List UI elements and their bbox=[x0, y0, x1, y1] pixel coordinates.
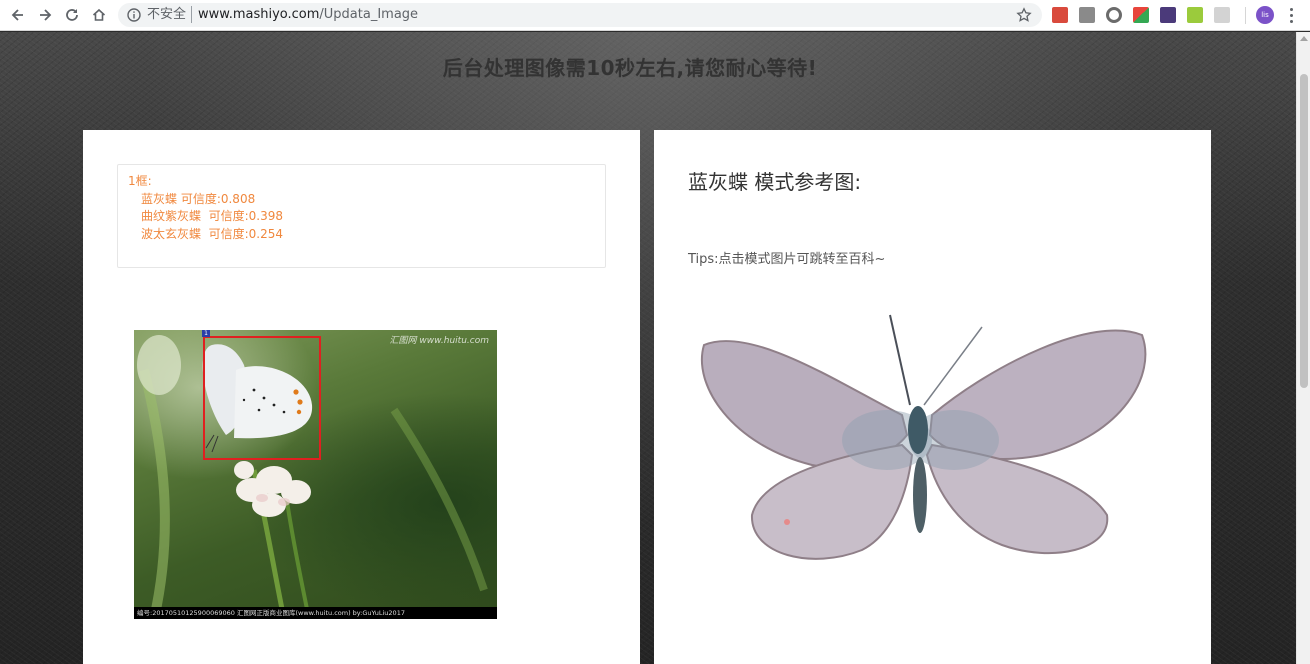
address-separator bbox=[191, 6, 192, 23]
security-label: 不安全 bbox=[147, 7, 187, 22]
url-text[interactable]: www.mashiyo.com/Updata_Image bbox=[198, 7, 418, 23]
list-extension-icon[interactable] bbox=[1214, 7, 1230, 23]
reader-extension-icon[interactable] bbox=[1079, 7, 1095, 23]
recognition-result-box: 1框: 蓝灰蝶 可信度:0.808 曲纹紫灰蝶 可信度:0.398 波太玄灰蝶 … bbox=[117, 164, 606, 268]
page-title: 后台处理图像需10秒左右,请您耐心等待! bbox=[442, 56, 818, 80]
photo-watermark: 汇图网 www.huitu.com bbox=[389, 336, 489, 346]
home-button[interactable] bbox=[87, 4, 111, 26]
result-panel: 1框: 蓝灰蝶 可信度:0.808 曲纹紫灰蝶 可信度:0.398 波太玄灰蝶 … bbox=[83, 130, 640, 664]
photo-caption: 编号:20170510125900069060 汇图网正版商业图库(www.hu… bbox=[134, 607, 497, 619]
extension-divider bbox=[1245, 7, 1246, 24]
uploaded-photo: 汇图网 www.huitu.com 编号:2017051012590006906… bbox=[134, 330, 497, 619]
result-item: 蓝灰蝶 可信度:0.808 bbox=[141, 191, 256, 206]
home-icon bbox=[92, 8, 106, 21]
reference-title: 蓝灰蝶 模式参考图: bbox=[688, 170, 862, 194]
circle-extension-icon[interactable] bbox=[1106, 7, 1122, 23]
scrollbar-thumb[interactable] bbox=[1300, 74, 1308, 388]
browser-menu-button[interactable] bbox=[1284, 6, 1298, 24]
pdf-extension-icon[interactable] bbox=[1052, 7, 1068, 23]
url-path: /Updata_Image bbox=[319, 7, 419, 22]
forward-button[interactable] bbox=[33, 4, 57, 26]
result-item: 波太玄灰蝶 可信度:0.254 bbox=[141, 226, 284, 241]
bookmark-star-icon[interactable] bbox=[1016, 7, 1032, 23]
detection-bounding-box bbox=[203, 336, 321, 460]
m-extension-icon[interactable] bbox=[1187, 7, 1203, 23]
page-background: 后台处理图像需10秒左右,请您耐心等待! 1框: 蓝灰蝶 可信度:0.808 曲… bbox=[0, 32, 1296, 664]
bounding-box-tag: 1 bbox=[202, 330, 210, 337]
box-label: 1框: bbox=[128, 174, 152, 188]
profile-avatar[interactable]: lis bbox=[1256, 6, 1274, 24]
info-icon[interactable] bbox=[126, 7, 142, 23]
reload-button[interactable] bbox=[60, 4, 84, 26]
browser-toolbar: 不安全 www.mashiyo.com/Updata_Image lis bbox=[0, 0, 1310, 31]
result-item: 曲纹紫灰蝶 可信度:0.398 bbox=[141, 209, 284, 223]
reference-panel: 蓝灰蝶 模式参考图: Tips:点击模式图片可跳转至百科~ bbox=[654, 130, 1211, 664]
scroll-up-arrow-icon[interactable] bbox=[1300, 36, 1308, 41]
reload-icon bbox=[66, 9, 78, 21]
puzzle-extension-icon[interactable] bbox=[1160, 7, 1176, 23]
page-scrollbar[interactable] bbox=[1296, 32, 1310, 664]
arrow-right-icon bbox=[40, 9, 52, 21]
reference-tips: Tips:点击模式图片可跳转至百科~ bbox=[688, 252, 886, 267]
arrow-left-icon bbox=[11, 9, 23, 21]
address-bar[interactable]: 不安全 www.mashiyo.com/Updata_Image bbox=[118, 3, 1042, 27]
back-button[interactable] bbox=[6, 4, 30, 26]
url-host: www.mashiyo.com bbox=[198, 7, 320, 22]
color-extension-icon[interactable] bbox=[1133, 7, 1149, 23]
reference-butterfly-image[interactable] bbox=[692, 305, 1152, 575]
